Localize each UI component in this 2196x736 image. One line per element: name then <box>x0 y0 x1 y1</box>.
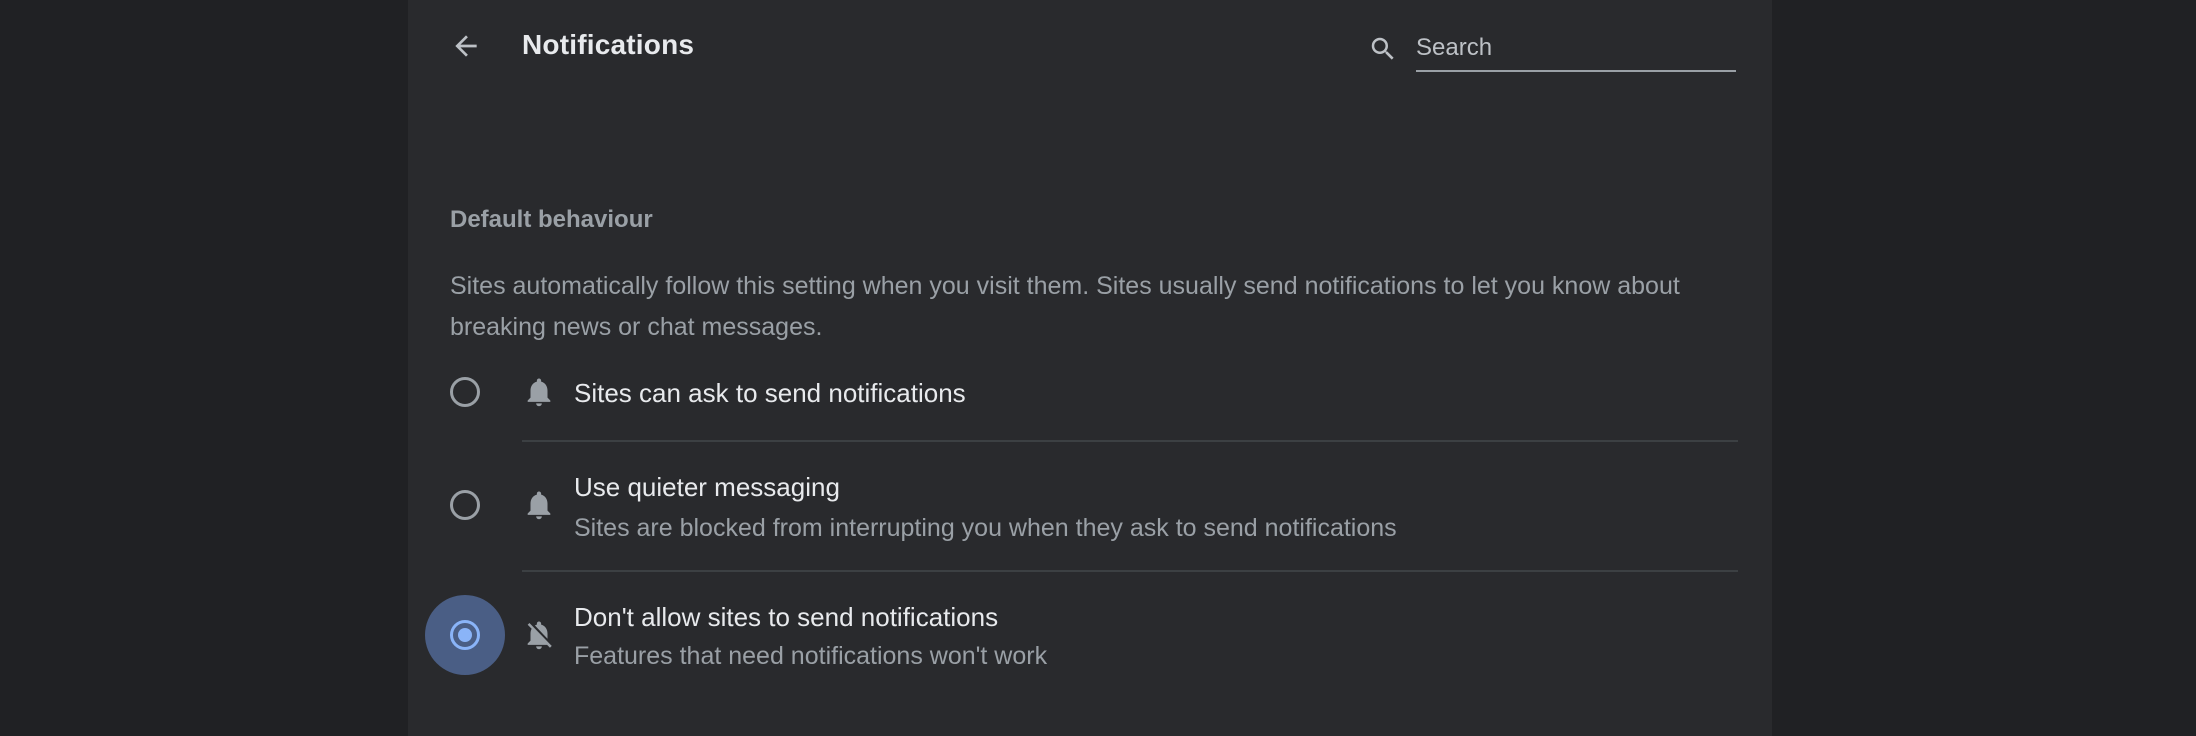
option-quiet[interactable]: Use quieter messaging Sites are blocked … <box>408 442 1772 570</box>
radio-block[interactable] <box>450 620 480 650</box>
option-label: Sites can ask to send notifications <box>574 378 966 408</box>
section-heading: Default behaviour <box>450 206 653 233</box>
bell-off-icon <box>527 621 552 650</box>
search-input[interactable] <box>1416 26 1736 72</box>
bell-icon <box>527 491 551 520</box>
option-ask[interactable]: Sites can ask to send notifications <box>408 360 1772 440</box>
section-description: Sites automatically follow this setting … <box>450 272 1680 341</box>
option-sublabel: Features that need notifications won't w… <box>574 642 1048 670</box>
option-sublabel: Sites are blocked from interrupting you … <box>574 514 1397 542</box>
radio-ask[interactable] <box>450 377 480 407</box>
back-button[interactable] <box>444 24 488 68</box>
option-label: Don't allow sites to send notifications <box>574 602 999 632</box>
arrow-back-icon <box>455 35 477 57</box>
page-header: Notifications <box>408 0 1772 96</box>
option-label: Use quieter messaging <box>574 472 840 502</box>
search-box <box>1368 26 1738 72</box>
settings-panel: Notifications Default behaviour Sites au… <box>408 0 1772 736</box>
bell-icon <box>527 378 551 407</box>
option-block[interactable]: Don't allow sites to send notifications … <box>408 572 1772 700</box>
page-title: Notifications <box>522 29 695 60</box>
radio-quiet[interactable] <box>450 490 480 520</box>
search-icon[interactable] <box>1368 34 1398 64</box>
